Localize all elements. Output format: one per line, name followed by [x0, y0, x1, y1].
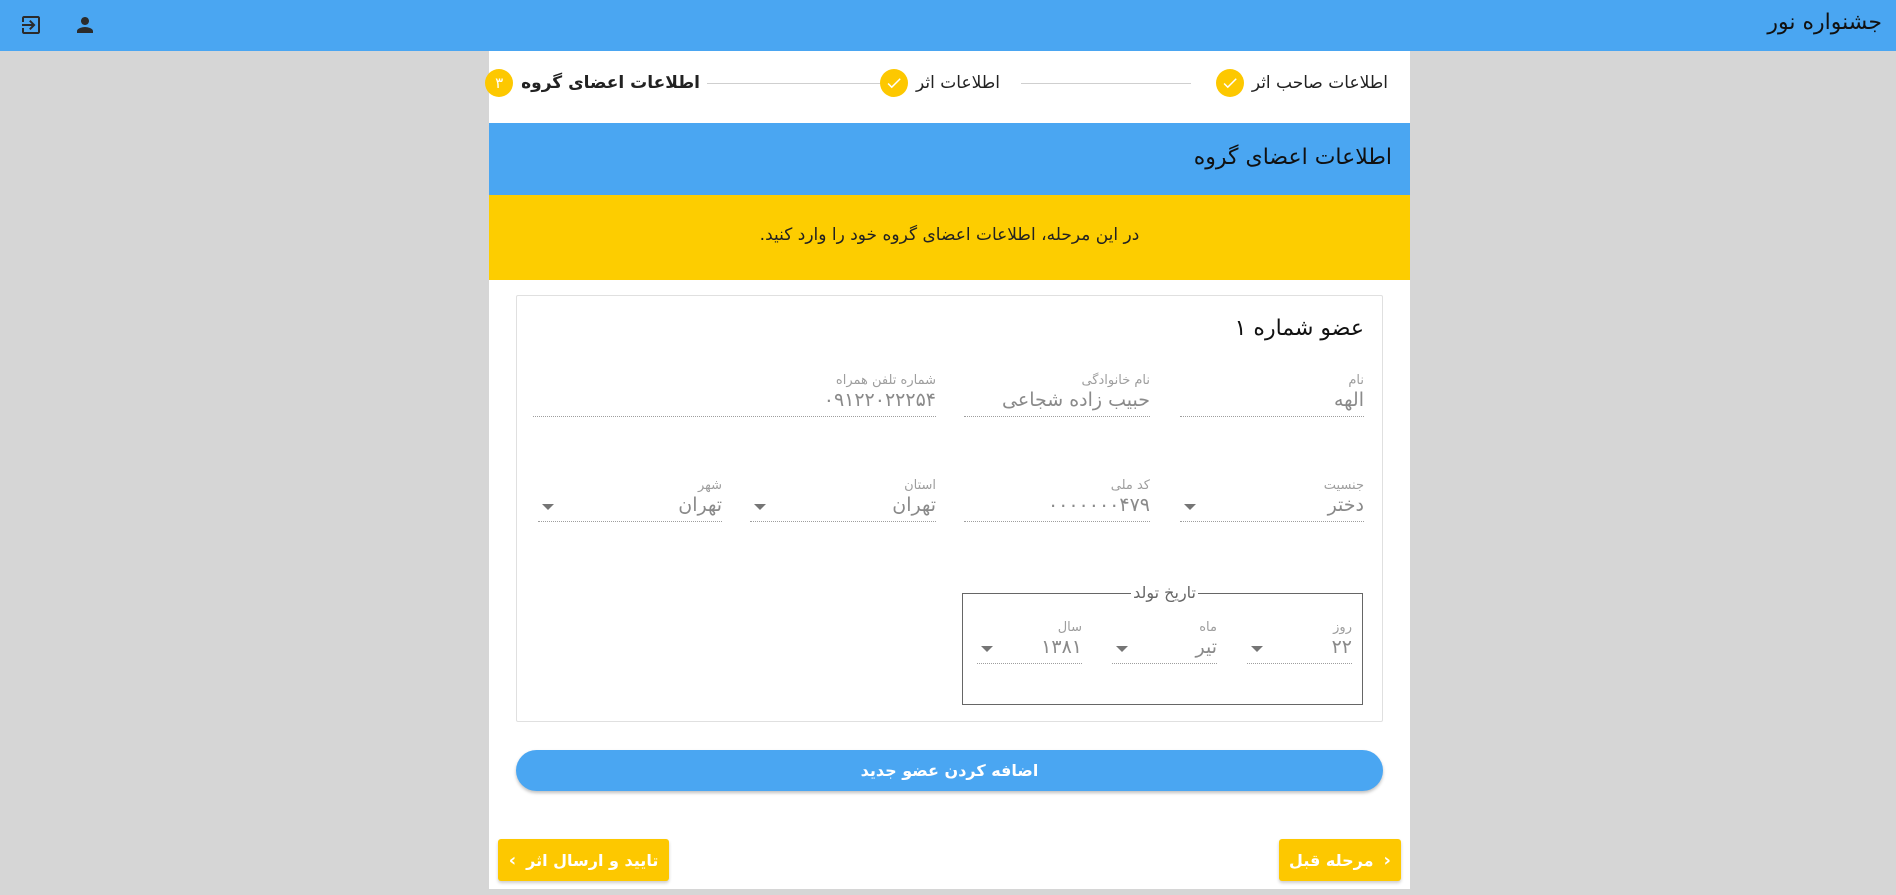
field-label: نام: [1348, 373, 1364, 388]
stepper: اطلاعات صاحب اثر اطلاعات اثر ۳ اطلاعات ا…: [485, 51, 1410, 123]
step-group-members[interactable]: ۳ اطلاعات اعضای گروه: [485, 67, 700, 99]
field-underline: [750, 521, 936, 522]
field-underline: [964, 521, 1150, 522]
field-value: تیر: [1195, 636, 1217, 658]
dropdown-arrow-icon: [1116, 646, 1128, 652]
national-code-field[interactable]: کد ملی ۰۰۰۰۰۰۰۴۷۹: [964, 478, 1150, 524]
add-member-button[interactable]: اضافه کردن عضو جدید: [516, 750, 1383, 791]
field-label: نام خانوادگی: [1081, 373, 1150, 388]
notice-banner: در این مرحله، اطلاعات اعضای گروه خود را …: [489, 195, 1410, 280]
last-name-field[interactable]: نام خانوادگی حبیب زاده شجاعی: [964, 373, 1150, 419]
app-title: جشنواره نور: [1767, 10, 1882, 35]
previous-step-label: مرحله قبل: [1289, 850, 1374, 870]
step-label: اطلاعات صاحب اثر: [1251, 73, 1388, 93]
birth-month-select[interactable]: ماه تیر: [1112, 620, 1217, 666]
field-underline: [977, 663, 1082, 664]
dropdown-arrow-icon: [542, 504, 554, 510]
field-label: سال: [1057, 620, 1082, 635]
dropdown-arrow-icon: [754, 504, 766, 510]
field-underline: [964, 416, 1150, 417]
field-value: ۱۳۸۱: [1041, 636, 1082, 658]
step-label: اطلاعات اثر: [916, 73, 1000, 93]
step-work-info[interactable]: اطلاعات اثر: [880, 67, 1000, 99]
field-value: ۰۰۰۰۰۰۰۴۷۹: [1047, 494, 1150, 516]
logout-icon[interactable]: [18, 12, 44, 38]
field-underline: [1180, 416, 1364, 417]
phone-field[interactable]: شماره تلفن همراه ۰۹۱۲۲۰۲۲۲۵۴: [533, 373, 936, 419]
field-value: حبیب زاده شجاعی: [1002, 389, 1150, 411]
province-select[interactable]: استان تهران: [750, 478, 936, 524]
field-label: استان: [904, 478, 936, 493]
field-value: تهران: [892, 494, 936, 516]
check-icon: [880, 69, 909, 97]
dropdown-arrow-icon: [1184, 504, 1196, 510]
field-underline: [1180, 521, 1364, 522]
field-label: روز: [1333, 620, 1352, 635]
field-value: تهران: [678, 494, 722, 516]
top-app-bar: جشنواره نور: [0, 0, 1896, 51]
submit-work-button[interactable]: تایید و ارسال اثر ›: [498, 839, 669, 881]
chevron-right-icon: ›: [508, 849, 517, 871]
field-value: دختر: [1327, 494, 1364, 516]
gender-select[interactable]: جنسیت دختر: [1180, 478, 1364, 524]
previous-step-button[interactable]: ‹ مرحله قبل: [1279, 839, 1401, 881]
form-card: اطلاعات صاحب اثر اطلاعات اثر ۳ اطلاعات ا…: [485, 51, 1410, 889]
field-underline: [1247, 663, 1352, 664]
section-header: اطلاعات اعضای گروه: [489, 123, 1410, 195]
first-name-field[interactable]: نام الهه: [1180, 373, 1364, 419]
step-label: اطلاعات اعضای گروه: [521, 73, 700, 93]
field-underline: [1112, 663, 1217, 664]
birth-date-group: تاریخ تولد روز ۲۲ ماه تیر سال ۱۳۸۱: [962, 583, 1363, 705]
member-title: عضو شماره ۱: [1234, 316, 1364, 341]
section-title: اطلاعات اعضای گروه: [1193, 145, 1392, 170]
field-label: ماه: [1199, 620, 1217, 635]
stepper-connector: [1021, 83, 1191, 84]
add-member-label: اضافه کردن عضو جدید: [860, 761, 1039, 780]
member-card: عضو شماره ۱ نام الهه نام خانوادگی حبیب ز…: [516, 295, 1383, 722]
birth-day-select[interactable]: روز ۲۲: [1247, 620, 1352, 666]
field-value: الهه: [1333, 389, 1364, 411]
field-underline: [538, 521, 722, 522]
city-select[interactable]: شهر تهران: [538, 478, 722, 524]
chevron-left-icon: ‹: [1383, 849, 1391, 871]
birth-year-select[interactable]: سال ۱۳۸۱: [977, 620, 1082, 666]
field-value: ۰۹۱۲۲۰۲۲۲۵۴: [823, 389, 936, 411]
field-label: جنسیت: [1323, 478, 1364, 493]
dropdown-arrow-icon: [1251, 646, 1263, 652]
field-underline: [533, 416, 936, 417]
dropdown-arrow-icon: [981, 646, 993, 652]
user-profile-icon[interactable]: [72, 12, 98, 38]
birth-date-legend: تاریخ تولد: [1131, 583, 1198, 602]
field-label: کد ملی: [1110, 478, 1150, 493]
submit-work-label: تایید و ارسال اثر: [526, 850, 659, 870]
field-label: شماره تلفن همراه: [835, 373, 936, 388]
stepper-connector: [707, 83, 889, 84]
field-value: ۲۲: [1331, 636, 1352, 658]
notice-text: در این مرحله، اطلاعات اعضای گروه خود را …: [759, 225, 1140, 245]
step-owner-info[interactable]: اطلاعات صاحب اثر: [1215, 67, 1388, 99]
check-icon: [1215, 69, 1244, 97]
step-number: ۳: [485, 69, 514, 97]
field-label: شهر: [697, 478, 722, 493]
